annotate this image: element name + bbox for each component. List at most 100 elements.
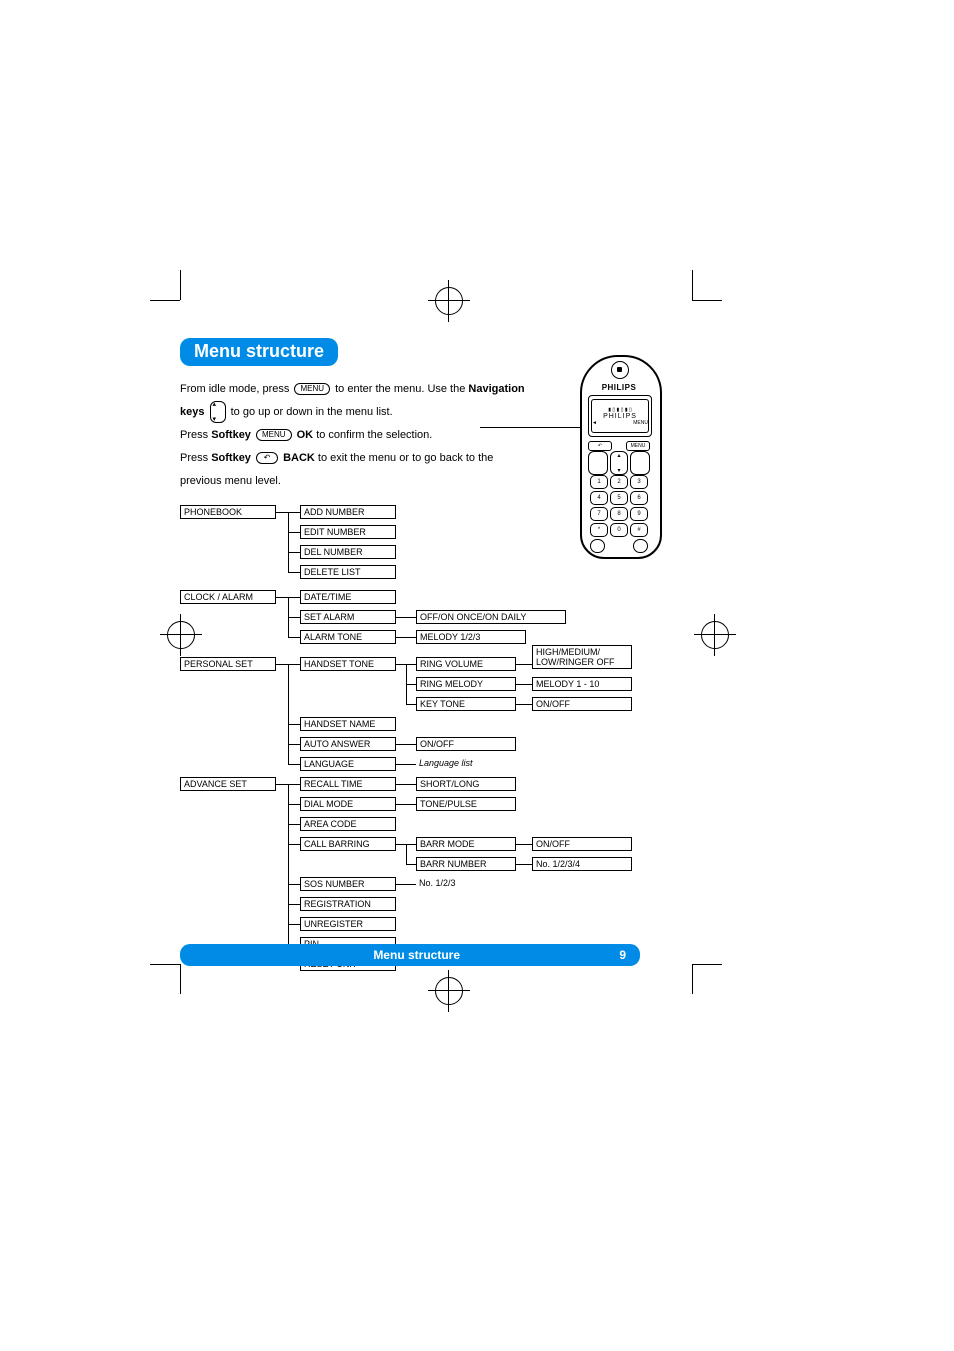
menu-item: RING VOLUME — [416, 657, 516, 671]
menu-option: ON/OFF — [532, 837, 632, 851]
key-8: 8 — [610, 507, 628, 521]
key-4: 4 — [590, 491, 608, 505]
crop-mark — [180, 964, 181, 994]
intro-text: to confirm the selection. — [316, 429, 432, 441]
menu-option: ON/OFF — [416, 737, 516, 751]
footer-title: Menu structure — [214, 948, 619, 962]
nav-cluster: ▴▾ — [588, 451, 650, 475]
back-key-icon: ↶ — [256, 452, 278, 464]
soft-keys: ↶ MENU — [588, 441, 650, 451]
tree-line — [288, 637, 300, 638]
menu-item: AUTO ANSWER — [300, 737, 396, 751]
menu-option: MELODY 1 - 10 — [532, 677, 632, 691]
crop-mark — [150, 964, 180, 965]
tree-line — [288, 572, 300, 573]
menu-phonebook: PHONEBOOK — [180, 505, 276, 519]
key-6: 6 — [630, 491, 648, 505]
phone-screen: ▮ ▯ ▮ ▯ ▮ ▯ PHILIPS ◄ MENU — [591, 399, 649, 433]
menu-option: HIGH/MEDIUM/ LOW/RINGER OFF — [532, 645, 632, 669]
tree-line — [516, 704, 532, 705]
end-key-icon — [630, 451, 650, 475]
menu-option: No. 1/2/3/4 — [532, 857, 632, 871]
menu-item: HANDSET TONE — [300, 657, 396, 671]
tree-line — [288, 784, 289, 964]
phone-screen-softleft: ◄ — [592, 420, 597, 426]
menu-item: SET ALARM — [300, 610, 396, 624]
tree-line — [406, 684, 416, 685]
key-bottom-left — [590, 539, 605, 553]
intro-bold: OK — [297, 429, 314, 441]
tree-line — [406, 844, 407, 864]
menu-option: Language list — [416, 757, 476, 769]
key-star: * — [590, 523, 608, 537]
menu-key-icon: MENU — [294, 383, 330, 395]
menu-item: REGISTRATION — [300, 897, 396, 911]
menu-personal: PERSONAL SET — [180, 657, 276, 671]
menu-item: HANDSET NAME — [300, 717, 396, 731]
menu-item: ALARM TONE — [300, 630, 396, 644]
tree-line — [396, 617, 416, 618]
tree-line — [396, 804, 416, 805]
menu-item: RING MELODY — [416, 677, 516, 691]
tree-line — [288, 804, 300, 805]
menu-option: ON/OFF — [532, 697, 632, 711]
page-footer: Menu structure 9 — [180, 944, 640, 966]
menu-item: AREA CODE — [300, 817, 396, 831]
tree-line — [288, 884, 300, 885]
phone-screen-text: PHILIPS — [603, 413, 637, 420]
menu-item: SOS NUMBER — [300, 877, 396, 891]
tree-line — [406, 864, 416, 865]
menu-item: ADD NUMBER — [300, 505, 396, 519]
menu-tree: PHONEBOOK ADD NUMBER EDIT NUMBER DEL NUM… — [180, 505, 740, 960]
key-3: 3 — [630, 475, 648, 489]
tree-line — [288, 664, 289, 764]
intro-text: From idle mode, press — [180, 383, 292, 395]
intro-bold: keys — [180, 406, 204, 418]
key-7: 7 — [590, 507, 608, 521]
intro-text: previous menu level. — [180, 475, 281, 487]
menu-option: No. 1/2/3 — [416, 877, 459, 889]
crop-mark — [150, 300, 180, 301]
menu-option: SHORT/LONG — [416, 777, 516, 791]
intro-text: to go up or down in the menu list. — [231, 406, 393, 418]
tree-line — [288, 904, 300, 905]
softkey-right: MENU — [626, 441, 650, 451]
tree-line — [288, 764, 300, 765]
intro-bold: Navigation — [468, 383, 524, 395]
crop-mark — [692, 964, 693, 994]
tree-line — [288, 532, 300, 533]
tree-line — [396, 884, 416, 885]
intro-bold: BACK — [283, 452, 315, 464]
tree-line — [516, 664, 532, 665]
menu-item: BARR NUMBER — [416, 857, 516, 871]
intro-text: Press — [180, 429, 211, 441]
tree-line — [288, 844, 300, 845]
menu-item: DEL NUMBER — [300, 545, 396, 559]
menu-item: DIAL MODE — [300, 797, 396, 811]
tree-line — [288, 724, 300, 725]
key-2: 2 — [610, 475, 628, 489]
key-1: 1 — [590, 475, 608, 489]
intro-paragraph: From idle mode, press MENU to enter the … — [180, 378, 540, 493]
tree-line — [396, 764, 416, 765]
tree-line — [406, 704, 416, 705]
phone-screen-softright: MENU — [633, 420, 648, 426]
tree-line — [396, 637, 416, 638]
tree-line — [516, 864, 532, 865]
tree-line — [516, 844, 532, 845]
tree-line — [288, 512, 289, 572]
intro-text: to enter the menu. Use the — [335, 383, 468, 395]
intro-bold: Softkey — [211, 429, 251, 441]
tree-line — [288, 617, 300, 618]
menu-item: LANGUAGE — [300, 757, 396, 771]
key-5: 5 — [610, 491, 628, 505]
tree-line — [288, 824, 300, 825]
registration-mark — [428, 970, 470, 1012]
menu-option: OFF/ON ONCE/ON DAILY — [416, 610, 566, 624]
page-number: 9 — [619, 948, 626, 962]
key-0: 0 — [610, 523, 628, 537]
intro-bold: Softkey — [211, 452, 251, 464]
nav-key-icon — [210, 401, 226, 423]
tree-line — [288, 924, 300, 925]
menu-item: BARR MODE — [416, 837, 516, 851]
